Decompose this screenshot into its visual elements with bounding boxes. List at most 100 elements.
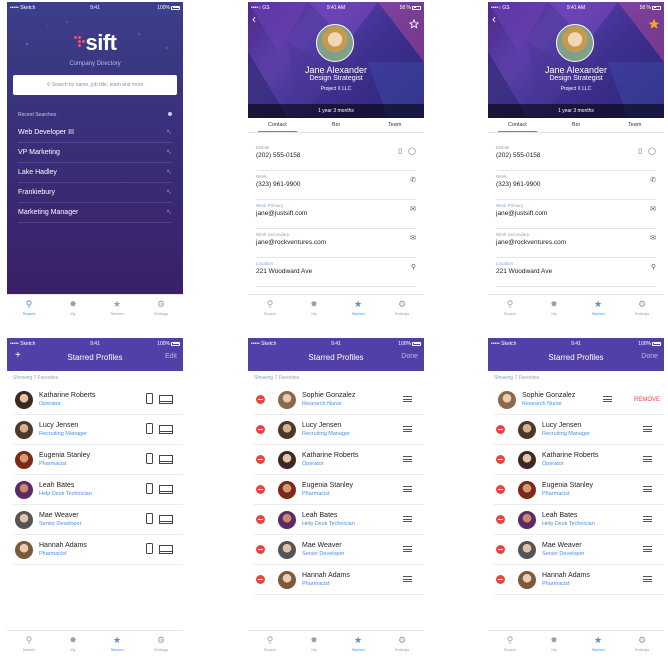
list-item[interactable]: Eugenia Stanley Pharmacist <box>494 475 664 505</box>
list-item[interactable]: Mae Weaver Senior Developer <box>254 535 424 565</box>
chat-bubble-icon[interactable]: ◯ <box>648 147 656 155</box>
edit-button[interactable]: Edit <box>165 353 177 360</box>
clear-recent-icon[interactable] <box>168 112 172 116</box>
drag-handle-icon[interactable] <box>643 426 652 432</box>
delete-icon[interactable] <box>256 425 265 434</box>
tab-bio[interactable]: Bio <box>307 118 366 132</box>
list-item[interactable]: Mae Weaver Senior Developer <box>494 535 664 565</box>
tab-team[interactable]: Team <box>365 118 424 132</box>
mobile-phone-icon[interactable] <box>146 453 153 464</box>
done-button[interactable]: Done <box>641 353 658 360</box>
tab-search[interactable]: ⚲ Search <box>248 295 292 320</box>
mobile-phone-icon[interactable] <box>146 423 153 434</box>
phone-icon[interactable]: ✆ <box>410 176 416 184</box>
mobile-phone-icon[interactable]: ▯ <box>638 147 642 155</box>
tab-search[interactable]: ⚲ Search <box>488 631 532 656</box>
list-item[interactable]: Hannah Adams Pharmacist <box>494 565 664 595</box>
drag-handle-icon[interactable] <box>643 456 652 462</box>
tab-settings[interactable]: ⚙ Settings <box>620 631 664 656</box>
tab-contact[interactable]: Contact <box>248 118 307 132</box>
drag-handle-icon[interactable] <box>403 546 412 552</box>
tab-starred[interactable]: ★ Starred <box>95 631 139 656</box>
recent-search-item[interactable]: VP Marketing ↖ <box>18 143 172 163</box>
list-item[interactable]: Mae Weaver Senior Developer <box>13 505 183 535</box>
mail-icon[interactable] <box>159 515 173 524</box>
tab-settings[interactable]: ⚙ Settings <box>139 295 183 320</box>
tab-my[interactable]: ✸ My <box>51 295 95 320</box>
recent-search-item[interactable]: Frankiebury ↖ <box>18 183 172 203</box>
drag-handle-icon[interactable] <box>403 426 412 432</box>
tab-my[interactable]: ✸ My <box>292 631 336 656</box>
tab-search[interactable]: ⚲ Search <box>248 631 292 656</box>
chat-bubble-icon[interactable]: ◯ <box>408 147 416 155</box>
mobile-phone-icon[interactable] <box>146 543 153 554</box>
mail-icon[interactable]: ✉ <box>650 205 656 213</box>
delete-icon[interactable] <box>496 515 505 524</box>
tab-starred[interactable]: ★ Starred <box>95 295 139 320</box>
remove-button[interactable]: REMOVE <box>630 385 664 414</box>
drag-handle-icon[interactable] <box>403 576 412 582</box>
mobile-phone-icon[interactable] <box>146 513 153 524</box>
recent-search-item[interactable]: Lake Hadley ↖ <box>18 163 172 183</box>
list-item[interactable]: Eugenia Stanley Pharmacist <box>13 445 183 475</box>
tab-settings[interactable]: ⚙ Settings <box>380 631 424 656</box>
list-item[interactable]: Lucy Jensen Recruiting Manager <box>13 415 183 445</box>
drag-handle-icon[interactable] <box>643 576 652 582</box>
tab-search[interactable]: ⚲ Search <box>7 295 51 320</box>
search-input[interactable]: ⚲ Search by name, job title, team and mo… <box>13 75 177 95</box>
tab-my[interactable]: ✸ My <box>532 295 576 320</box>
delete-icon[interactable] <box>256 545 265 554</box>
list-item[interactable]: Katharine Roberts Operator <box>13 385 183 415</box>
mail-icon[interactable]: ✉ <box>410 234 416 242</box>
location-pin-icon[interactable]: ⚲ <box>651 263 656 271</box>
delete-icon[interactable] <box>496 485 505 494</box>
list-item[interactable]: Leah Bates Help Desk Technician <box>13 475 183 505</box>
back-chevron-icon[interactable]: ‹ <box>492 13 496 25</box>
list-item[interactable]: Katharine Roberts Operator <box>494 445 664 475</box>
drag-handle-icon[interactable] <box>603 396 612 402</box>
delete-icon[interactable] <box>256 515 265 524</box>
tab-starred[interactable]: ★ Starred <box>576 295 620 320</box>
list-item[interactable]: Hannah Adams Pharmacist <box>254 565 424 595</box>
delete-icon[interactable] <box>256 395 265 404</box>
mail-icon[interactable]: ✉ <box>650 234 656 242</box>
location-pin-icon[interactable]: ⚲ <box>411 263 416 271</box>
drag-handle-icon[interactable] <box>403 396 412 402</box>
tab-search[interactable]: ⚲ Search <box>488 295 532 320</box>
recent-search-item[interactable]: Web Developer III ↖ <box>18 123 172 143</box>
delete-icon[interactable] <box>496 575 505 584</box>
tab-my[interactable]: ✸ My <box>532 631 576 656</box>
done-button[interactable]: Done <box>401 353 418 360</box>
phone-icon[interactable]: ✆ <box>650 176 656 184</box>
recent-search-item[interactable]: Marketing Manager ↖ <box>18 203 172 223</box>
mail-icon[interactable] <box>159 425 173 434</box>
tab-bio[interactable]: Bio <box>547 118 606 132</box>
back-chevron-icon[interactable]: ‹ <box>252 13 256 25</box>
mobile-phone-icon[interactable]: ▯ <box>398 147 402 155</box>
delete-icon[interactable] <box>496 425 505 434</box>
list-item[interactable]: Hannah Adams Pharmacist <box>13 535 183 565</box>
list-item[interactable]: Sophie Gonzalez Research Nurse REMOVE <box>494 385 664 415</box>
list-item[interactable]: Katharine Roberts Operator <box>254 445 424 475</box>
tab-settings[interactable]: ⚙ Settings <box>139 631 183 656</box>
delete-icon[interactable] <box>496 545 505 554</box>
tab-contact[interactable]: Contact <box>488 118 547 132</box>
delete-icon[interactable] <box>256 575 265 584</box>
list-item[interactable]: Lucy Jensen Recruiting Manager <box>494 415 664 445</box>
mobile-phone-icon[interactable] <box>146 393 153 404</box>
tab-search[interactable]: ⚲ Search <box>7 631 51 656</box>
star-filled-icon[interactable] <box>649 16 659 34</box>
delete-icon[interactable] <box>256 485 265 494</box>
mail-icon[interactable]: ✉ <box>410 205 416 213</box>
mobile-phone-icon[interactable] <box>146 483 153 494</box>
tab-my[interactable]: ✸ My <box>292 295 336 320</box>
drag-handle-icon[interactable] <box>403 456 412 462</box>
drag-handle-icon[interactable] <box>403 486 412 492</box>
drag-handle-icon[interactable] <box>643 486 652 492</box>
mail-icon[interactable] <box>159 545 173 554</box>
list-item[interactable]: Eugenia Stanley Pharmacist <box>254 475 424 505</box>
list-item[interactable]: Leah Bates Help Desk Technician <box>494 505 664 535</box>
drag-handle-icon[interactable] <box>403 516 412 522</box>
list-item[interactable]: Sophie Gonzalez Research Nurse <box>254 385 424 415</box>
delete-icon[interactable] <box>256 455 265 464</box>
